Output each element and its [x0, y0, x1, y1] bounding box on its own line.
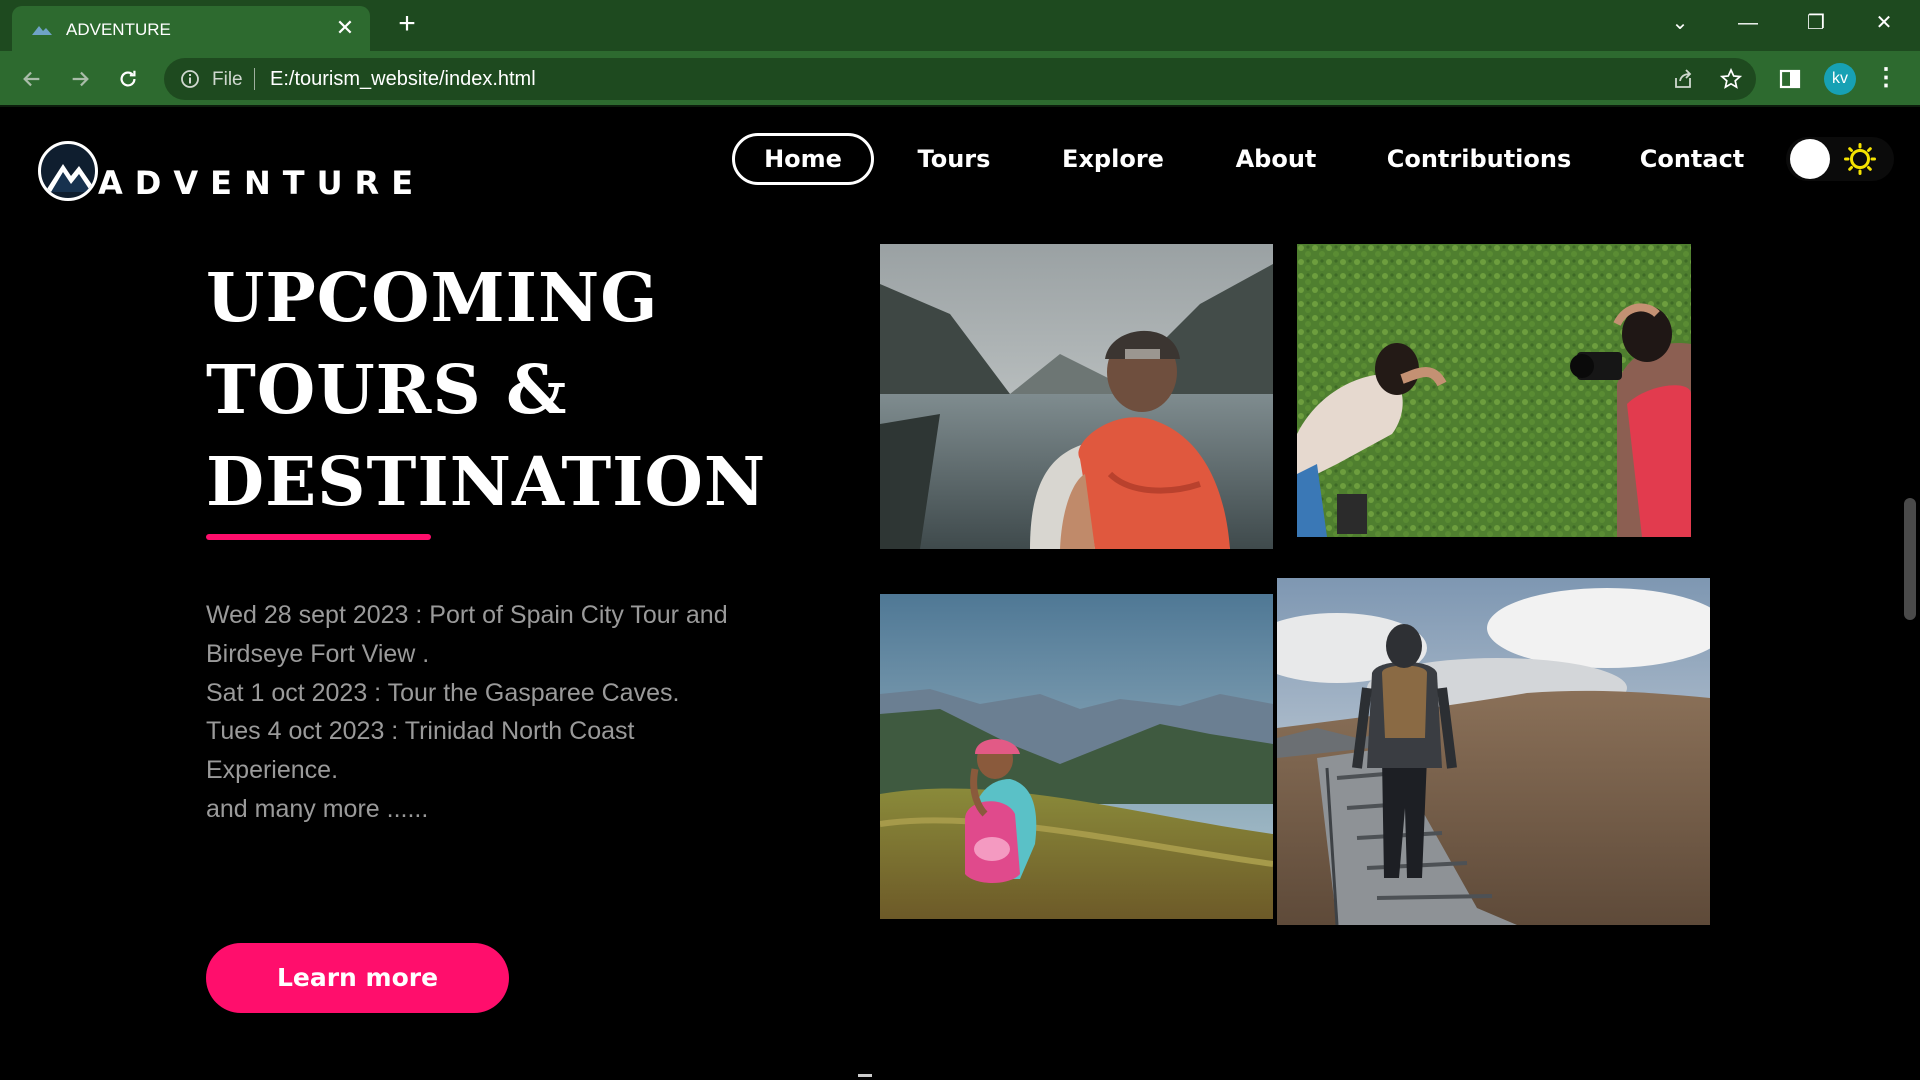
nav-explore[interactable]: Explore — [1050, 133, 1176, 185]
logo-text[interactable]: ADVENTURE — [98, 164, 425, 202]
tour-line: Wed 28 sept 2023 : Port of Spain City To… — [206, 601, 728, 629]
nav-contact[interactable]: Contact — [1624, 133, 1760, 185]
learn-more-button[interactable]: Learn more — [206, 943, 509, 1013]
scrollbar-thumb[interactable] — [1904, 498, 1916, 620]
nav-contributions[interactable]: Contributions — [1376, 133, 1582, 185]
headline-line-2: TOURS & — [206, 350, 568, 429]
girl-mountains-photo — [880, 594, 1273, 919]
hiker-lake-photo — [880, 244, 1273, 549]
tour-line: Sat 1 oct 2023 : Tour the Gasparee Caves… — [206, 678, 680, 707]
address-bar[interactable]: File E:/tourism_website/index.html — [164, 58, 1756, 100]
tour-line: Tues 4 oct 2023 : Trinidad North Coast — [206, 717, 635, 746]
headline-line-1: UPCOMING — [206, 258, 659, 337]
arrow-left-icon — [23, 71, 40, 87]
headline-line-3: DESTINATION — [206, 442, 767, 521]
scheme-label: File — [212, 69, 243, 90]
share-icon[interactable] — [1672, 68, 1694, 90]
page-viewport: ADVENTURE Home Tours Explore About Contr… — [0, 108, 1920, 1080]
minimize-button[interactable]: — — [1728, 8, 1768, 38]
browser-tab-active[interactable]: ADVENTURE ✕ — [12, 6, 370, 51]
page-divider — [858, 1074, 872, 1077]
back-button[interactable] — [16, 63, 48, 95]
page-title: UPCOMING TOURS & DESTINATION — [206, 252, 766, 528]
new-tab-button[interactable]: + — [392, 9, 422, 40]
close-window-button[interactable]: ✕ — [1864, 8, 1904, 38]
profile-avatar[interactable]: kv — [1824, 63, 1856, 95]
browser-toolbar: File E:/tourism_website/index.html — [0, 51, 1920, 107]
arrow-right-icon — [72, 71, 89, 87]
logo-mountain-icon[interactable] — [38, 141, 98, 201]
tour-line: Experience. — [206, 756, 339, 785]
theme-toggle[interactable] — [1786, 137, 1894, 181]
nav-tours[interactable]: Tours — [900, 133, 1008, 185]
headline-underline — [206, 534, 431, 540]
omnibox-divider — [254, 68, 255, 90]
restore-button[interactable]: ❐ — [1796, 8, 1836, 38]
tour-line: and many more ...... — [206, 794, 429, 823]
star-bookmark-icon[interactable] — [1720, 68, 1742, 90]
reload-icon — [120, 70, 136, 87]
reload-button[interactable] — [112, 63, 144, 95]
nav-about[interactable]: About — [1218, 133, 1334, 185]
side-panel-icon[interactable] — [1776, 65, 1804, 93]
browser-titlebar: ADVENTURE ✕ + ⌄ — ❐ ✕ — [0, 0, 1920, 51]
mountain-favicon-icon — [32, 26, 52, 35]
tab-title: ADVENTURE — [66, 20, 171, 39]
hiker-rocky-path-photo — [1277, 578, 1710, 925]
photographers-hedge-photo — [1297, 244, 1691, 537]
menu-icon[interactable]: ⋮ — [1874, 62, 1898, 96]
tour-line: Birdseye Fort View . — [206, 639, 430, 668]
tab-close-icon[interactable]: ✕ — [332, 15, 358, 41]
nav-home[interactable]: Home — [732, 133, 874, 185]
toggle-knob — [1790, 139, 1830, 179]
forward-button[interactable] — [64, 63, 96, 95]
tab-search-icon[interactable]: ⌄ — [1660, 8, 1700, 38]
sun-icon — [1844, 143, 1876, 175]
info-icon[interactable] — [180, 69, 200, 89]
upcoming-tours-text: Wed 28 sept 2023 : Port of Spain City To… — [206, 596, 766, 829]
url-text[interactable]: E:/tourism_website/index.html — [270, 68, 536, 91]
